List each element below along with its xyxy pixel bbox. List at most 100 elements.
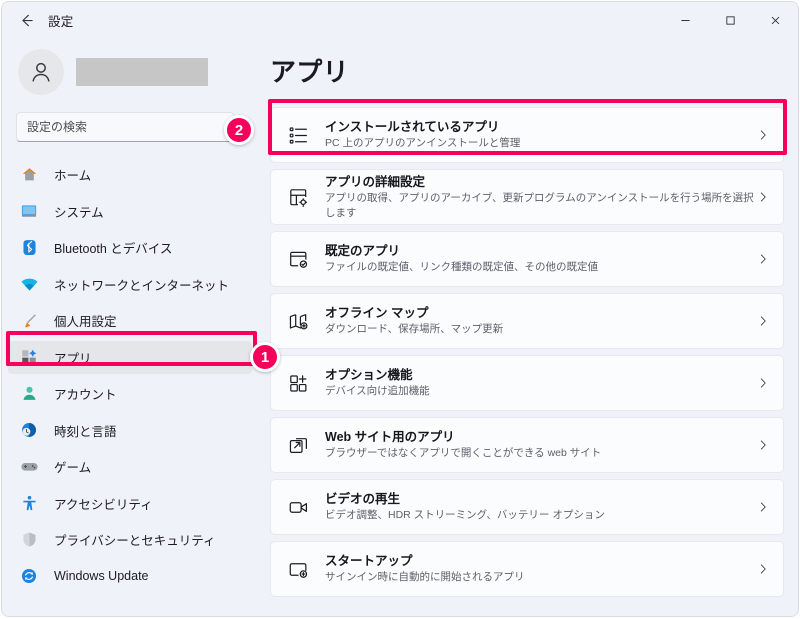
chevron-right-icon (757, 439, 769, 451)
step-badge-1: 1 (250, 342, 280, 372)
person-avatar-icon (18, 49, 64, 95)
sidebar-item-label: Bluetooth とデバイス (54, 242, 173, 256)
chevron-right-icon (757, 377, 769, 389)
paintbrush-icon (18, 311, 40, 331)
card-title: インストールされているアプリ (325, 120, 500, 134)
sidebar-item-time-language[interactable]: 時刻と言語 (8, 414, 252, 447)
sidebar-item-label: 個人用設定 (54, 315, 117, 329)
sidebar-item-accounts[interactable]: アカウント (8, 377, 252, 410)
sidebar-item-label: アプリ (54, 351, 92, 366)
sidebar-item-bluetooth[interactable]: Bluetooth とデバイス (8, 231, 252, 264)
shield-icon (18, 530, 40, 550)
sidebar-item-home[interactable]: ホーム (8, 158, 252, 191)
chevron-right-icon (757, 501, 769, 513)
card-subtitle: サインイン時に自動的に開始されるアプリ (325, 571, 525, 583)
card-apps-for-websites[interactable]: Web サイト用のアプリ ブラウザーではなくアプリで開くことができる web サ… (270, 417, 784, 473)
window-title: 設定 (48, 14, 74, 29)
step-badge-2: 2 (224, 115, 254, 145)
settings-card-list: インストールされているアプリ PC 上のアプリのアンインストールと管理 アプリの… (266, 107, 784, 597)
sidebar-item-label: アクセシビリティ (54, 497, 153, 512)
page-title: アプリ (270, 57, 349, 87)
sidebar-item-apps[interactable]: アプリ (6, 340, 252, 374)
card-advanced-app-settings[interactable]: アプリの詳細設定 アプリの取得、アプリのアーカイブ、更新プログラムのアンインスト… (270, 169, 784, 225)
account-name-redacted (76, 58, 208, 86)
card-text: 既定のアプリ ファイルの既定値、リンク種類の既定値、その他の既定値 (325, 243, 598, 275)
card-text: インストールされているアプリ PC 上のアプリのアンインストールと管理 (325, 119, 520, 151)
close-icon[interactable] (753, 2, 798, 38)
accessibility-icon (18, 493, 40, 513)
sidebar-item-windows-update[interactable]: Windows Update (8, 560, 252, 593)
apps-icon (18, 347, 40, 367)
optional-features-grid-plus-icon (285, 370, 311, 396)
card-text: アプリの詳細設定 アプリの取得、アプリのアーカイブ、更新プログラムのアンインスト… (325, 174, 757, 221)
card-default-apps[interactable]: 既定のアプリ ファイルの既定値、リンク種類の既定値、その他の既定値 (270, 231, 784, 287)
chevron-right-icon (757, 191, 769, 203)
sidebar-item-network[interactable]: ネットワークとインターネット (8, 268, 252, 301)
card-subtitle: ダウンロード、保存場所、マップ更新 (325, 323, 504, 335)
card-title: オプション機能 (325, 368, 413, 382)
sidebar-item-label: 時刻と言語 (54, 424, 117, 439)
card-text: オフライン マップ ダウンロード、保存場所、マップ更新 (325, 305, 503, 337)
app-settings-gear-icon (285, 184, 311, 210)
sidebar-item-personalization[interactable]: 個人用設定 (8, 304, 252, 337)
card-title: Web サイト用のアプリ (325, 430, 455, 444)
update-refresh-icon (18, 566, 40, 586)
card-subtitle: ビデオ調整、HDR ストリーミング、バッテリー オプション (325, 509, 605, 521)
card-installed-apps[interactable]: インストールされているアプリ PC 上のアプリのアンインストールと管理 (270, 107, 784, 163)
sidebar-item-accessibility[interactable]: アクセシビリティ (8, 487, 252, 520)
video-playback-camera-icon (285, 494, 311, 520)
search-input[interactable] (17, 119, 233, 135)
chevron-right-icon (757, 315, 769, 327)
monitor-icon (18, 201, 40, 221)
settings-window: 設定 設定の検索 ホーム システム Bluetooth とデバイス ネットワーク… (1, 1, 799, 617)
card-offline-maps[interactable]: オフライン マップ ダウンロード、保存場所、マップ更新 (270, 293, 784, 349)
back-arrow-icon[interactable] (10, 4, 42, 36)
startup-apps-icon (285, 556, 311, 582)
sidebar-item-label: ゲーム (54, 461, 92, 475)
title-bar: 設定 (2, 2, 798, 38)
account-row[interactable] (2, 38, 260, 95)
website-apps-external-link-icon (285, 432, 311, 458)
sidebar-item-label: システム (54, 205, 104, 220)
sidebar-item-label: プライバシーとセキュリティ (54, 534, 216, 548)
sidebar-item-gaming[interactable]: ゲーム (8, 450, 252, 483)
offline-map-icon (285, 308, 311, 334)
card-text: オプション機能 デバイス向け追加機能 (325, 367, 430, 399)
card-subtitle: デバイス向け追加機能 (325, 385, 430, 397)
card-optional-features[interactable]: オプション機能 デバイス向け追加機能 (270, 355, 784, 411)
card-subtitle: ファイルの既定値、リンク種類の既定値、その他の既定値 (325, 261, 598, 273)
card-subtitle: ブラウザーではなくアプリで開くことができる web サイト (325, 447, 602, 459)
card-title: ビデオの再生 (325, 492, 401, 506)
card-text: スタートアップ サインイン時に自動的に開始されるアプリ (325, 553, 525, 585)
card-subtitle: アプリの取得、アプリのアーカイブ、更新プログラムのアンインストールを行う場所を選… (325, 191, 754, 219)
card-text: Web サイト用のアプリ ブラウザーではなくアプリで開くことができる web サ… (325, 429, 601, 461)
sidebar-nav-list: ホーム システム Bluetooth とデバイス ネットワークとインターネット … (2, 158, 260, 593)
card-title: オフライン マップ (325, 306, 429, 320)
sidebar-item-label: ネットワークとインターネット (54, 278, 230, 293)
sidebar-item-label: Windows Update (54, 569, 149, 583)
home-icon (18, 165, 40, 185)
account-person-icon (18, 384, 40, 404)
card-title: アプリの詳細設定 (325, 174, 426, 189)
card-title: 既定のアプリ (325, 244, 401, 258)
minimize-icon[interactable] (663, 2, 708, 38)
sidebar: ホーム システム (2, 38, 260, 616)
card-title: スタートアップ (325, 554, 413, 568)
chevron-right-icon (757, 563, 769, 575)
card-text: ビデオの再生 ビデオ調整、HDR ストリーミング、バッテリー オプション (325, 491, 605, 523)
main-content: アプリ インストールされているアプリ PC 上のアプリのアンインストールと管理 (260, 38, 798, 616)
search-box[interactable] (16, 112, 234, 142)
wifi-icon (18, 274, 40, 294)
chevron-right-icon (757, 129, 769, 141)
maximize-icon[interactable] (708, 2, 753, 38)
default-apps-check-icon (285, 246, 311, 272)
window-controls (663, 2, 798, 38)
sidebar-item-label: ホーム (54, 169, 92, 183)
card-video-playback[interactable]: ビデオの再生 ビデオ調整、HDR ストリーミング、バッテリー オプション (270, 479, 784, 535)
clock-globe-icon (18, 420, 40, 440)
sidebar-item-label: アカウント (54, 388, 117, 402)
bluetooth-icon (18, 238, 40, 258)
card-startup[interactable]: スタートアップ サインイン時に自動的に開始されるアプリ (270, 541, 784, 597)
sidebar-item-system[interactable]: システム (8, 195, 252, 228)
sidebar-item-privacy-security[interactable]: プライバシーとセキュリティ (8, 523, 252, 556)
